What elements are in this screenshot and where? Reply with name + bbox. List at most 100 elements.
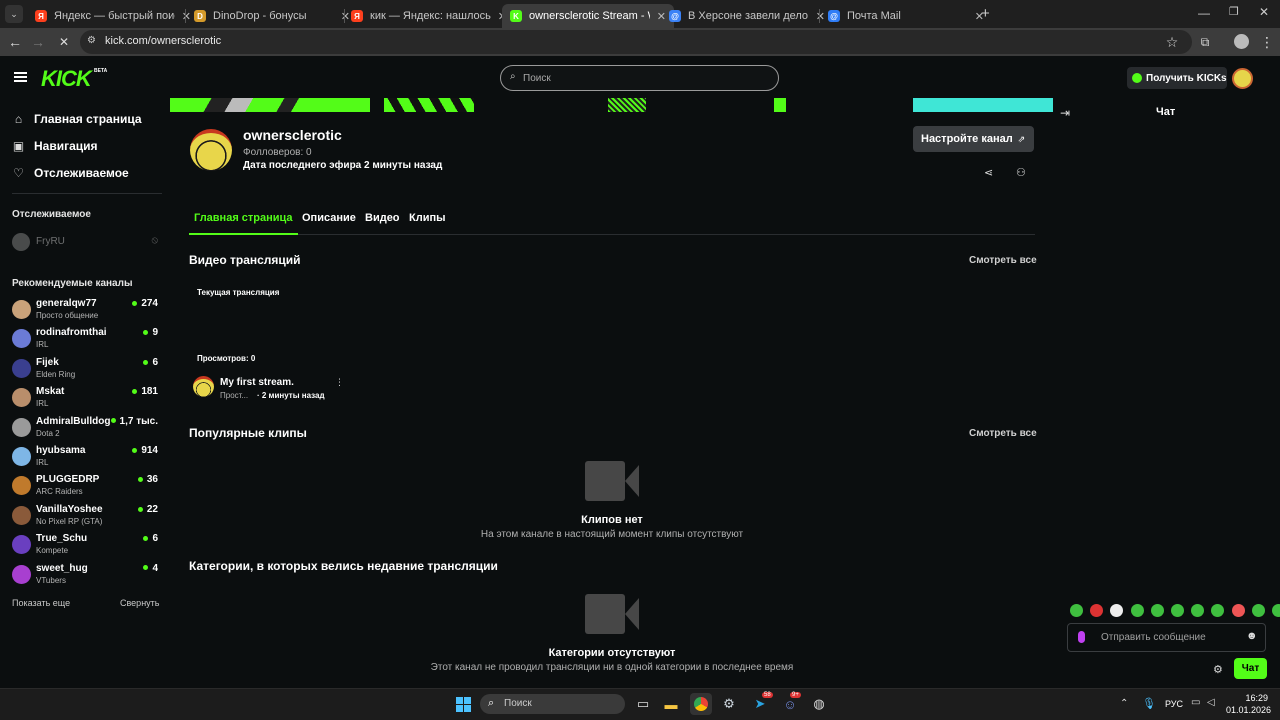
minimize-button[interactable]: — (1198, 6, 1210, 20)
emote-icon[interactable] (1211, 604, 1225, 617)
emote-icon[interactable] (1272, 604, 1280, 617)
user-avatar[interactable] (1232, 68, 1253, 89)
video-card[interactable]: Текущая трансляция Просмотров: 0 My firs… (189, 282, 344, 402)
section-title: Категории, в которых велись недавние тра… (189, 559, 498, 573)
hamburger-menu-icon[interactable] (14, 72, 27, 82)
get-kicks-button[interactable]: Получить KICKs (1127, 67, 1227, 89)
back-button[interactable]: ← (5, 32, 25, 52)
new-tab-button[interactable]: + (981, 5, 990, 22)
recommended-channel[interactable]: PLUGGEDRP ARC Raiders 36 (12, 474, 162, 502)
emote-icon[interactable] (1090, 604, 1104, 617)
network-icon[interactable]: ▭ (1191, 697, 1200, 708)
sidebar-divider (12, 193, 162, 194)
recommended-channel[interactable]: AdmiralBulldog Dota 2 1,7 тыс. (12, 416, 162, 444)
send-chat-button[interactable]: Чат (1234, 658, 1267, 679)
browser-tab[interactable]: @В Херсоне завели дело после✕ (661, 4, 833, 28)
clock-date[interactable]: 01.01.2026 (1226, 705, 1271, 715)
see-all-clips-link[interactable]: Смотреть все (969, 428, 1037, 439)
emoji-icon[interactable]: ☻ (1246, 630, 1258, 642)
recommended-channel[interactable]: Fijek Elden Ring 6 (12, 357, 162, 385)
tab-home[interactable]: Главная страница (189, 206, 298, 235)
microphone-tray-icon[interactable]: 🎙 (1142, 697, 1156, 710)
search-box[interactable]: ⌕ Поиск (500, 65, 779, 91)
recommended-channel[interactable]: True_Schu Kompete 6 (12, 533, 162, 561)
profile-icon[interactable]: ⚇ (1016, 166, 1026, 179)
channel-name: AdmiralBulldog (36, 415, 111, 427)
profile-avatar[interactable] (1234, 34, 1249, 49)
recommended-channel[interactable]: generalqw77 Просто общение 274 (12, 298, 162, 326)
sidebar-item-home[interactable]: ⌂ Главная страница (12, 112, 142, 126)
recommended-channel[interactable]: rodinafromthai IRL 9 (12, 327, 162, 355)
customize-channel-button[interactable]: Настройте канал ⇗ (913, 126, 1034, 152)
share-icon[interactable]: ⋖ (984, 166, 993, 179)
site-info-icon[interactable]: ⚙ (87, 35, 96, 46)
recommended-channel[interactable]: Mskat IRL 181 (12, 386, 162, 414)
chat-settings-icon[interactable]: ⚙ (1213, 663, 1223, 676)
browser-menu-icon[interactable]: ⋮ (1257, 32, 1277, 52)
tray-chevron-icon[interactable]: ⌃ (1120, 698, 1128, 709)
sidebar-item-following[interactable]: ♡ Отслеживаемое (12, 166, 129, 180)
recommended-channel[interactable]: hyubsama IRL 914 (12, 445, 162, 473)
bookmark-star-icon[interactable]: ☆ (1162, 32, 1182, 52)
recommended-channel[interactable]: sweet_hug VTubers 4 (12, 563, 162, 591)
kick-logo[interactable]: KICK (41, 66, 92, 92)
start-icon[interactable] (452, 693, 474, 715)
taskbar-search[interactable]: ⌕ Поиск (480, 694, 625, 714)
viewer-count: 1,7 тыс. (111, 416, 158, 427)
viewer-count: 181 (132, 386, 158, 397)
close-window-button[interactable]: ✕ (1259, 5, 1269, 19)
file-explorer-icon[interactable]: ▬ (660, 693, 682, 715)
collapse-chat-icon[interactable]: ⇥ (1060, 106, 1070, 120)
browser-tab[interactable]: Якик — Яндекс: нашлось 934 ты✕ (343, 4, 515, 28)
browser-tab[interactable]: @ Почта Mail ✕ (820, 4, 992, 28)
following-heading: Отслеживаемое (12, 209, 91, 220)
recommended-channel[interactable]: VanillaYoshee No Pixel RP (GTA) 22 (12, 504, 162, 532)
live-badge: Текущая трансляция (197, 288, 280, 297)
steam-icon[interactable]: ⚙ (718, 693, 740, 715)
sidebar-item-browse[interactable]: ▣ Навигация (12, 139, 98, 153)
video-title[interactable]: My first stream. (220, 377, 294, 388)
task-view-icon[interactable]: ▭ (632, 693, 654, 715)
microphone-icon[interactable] (1078, 631, 1085, 643)
browser-tab[interactable]: ЯЯндекс — быстрый поиск в и✕ (27, 4, 199, 28)
maximize-button[interactable]: ❐ (1229, 5, 1239, 18)
emote-icon[interactable] (1130, 604, 1144, 617)
emote-icon[interactable] (1110, 604, 1124, 617)
emote-icon[interactable] (1231, 604, 1245, 617)
show-more-link[interactable]: Показать еще (12, 598, 70, 608)
tab-about[interactable]: Описание (302, 212, 356, 224)
see-all-videos-link[interactable]: Смотреть все (969, 255, 1037, 266)
emote-icon[interactable] (1191, 604, 1205, 617)
tab-videos[interactable]: Видео (365, 212, 400, 224)
chrome-icon[interactable] (690, 693, 712, 715)
tab-list-dropdown[interactable]: ⌄ (5, 5, 23, 23)
viewer-count: 22 (138, 504, 158, 515)
kicks-coin-icon (1132, 73, 1142, 83)
emote-icon[interactable] (1150, 604, 1164, 617)
mail-icon: @ (828, 10, 840, 22)
collapse-link[interactable]: Свернуть (120, 598, 159, 608)
volume-icon[interactable]: ◁ (1207, 697, 1215, 708)
browser-tab[interactable]: Kownersclerotic Stream - Watch✕ (502, 4, 674, 28)
site-header: KICK BETA ⌕ Поиск Получить KICKs (0, 56, 1280, 100)
browser-tab[interactable]: D DinoDrop - бонусы ✕ (186, 4, 358, 28)
emote-icon[interactable] (1070, 604, 1083, 617)
extensions-icon[interactable]: ⧉ (1195, 32, 1215, 52)
more-options-icon[interactable]: ⋮ (335, 377, 344, 388)
language-indicator[interactable]: РУС (1165, 699, 1183, 709)
forward-button[interactable]: → (28, 32, 48, 52)
following-channel[interactable]: FryRU ⦸ (12, 233, 162, 251)
address-bar[interactable]: ⚙ (80, 30, 1192, 54)
app-icon[interactable]: ◍ (808, 693, 830, 715)
last-stream-info: Дата последнего эфира 2 минуты назад (243, 160, 443, 171)
avatar (12, 476, 31, 496)
tab-clips[interactable]: Клипы (409, 212, 446, 224)
loading-icon[interactable]: ✕ (54, 32, 74, 52)
channel-category: ARC Raiders (36, 487, 83, 497)
chat-input[interactable]: Отправить сообщение ☻ (1067, 623, 1266, 652)
external-link-icon: ⇗ (1017, 133, 1026, 144)
clock-time[interactable]: 16:29 (1226, 693, 1268, 703)
channel-category: Dota 2 (36, 428, 60, 438)
emote-icon[interactable] (1171, 604, 1184, 617)
emote-icon[interactable] (1251, 604, 1265, 617)
